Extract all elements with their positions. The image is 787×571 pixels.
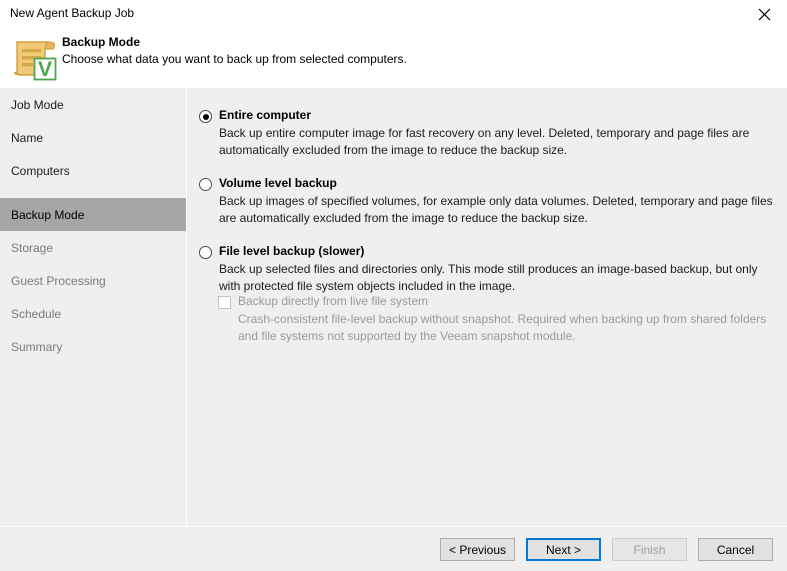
sidebar-item-label: Computers: [11, 163, 70, 178]
finish-button: Finish: [612, 538, 687, 561]
sidebar-item-guest-processing[interactable]: Guest Processing: [0, 264, 186, 297]
option-description: Back up entire computer image for fast r…: [219, 126, 750, 157]
sidebar-item-label: Name: [11, 130, 44, 145]
sidebar-item-computers[interactable]: Computers: [0, 154, 186, 187]
sidebar-item-schedule[interactable]: Schedule: [0, 297, 186, 330]
cancel-button[interactable]: Cancel: [698, 538, 773, 561]
option-label[interactable]: File level backup (slower): [219, 244, 364, 258]
sidebar-item-job-mode[interactable]: Job Mode: [0, 88, 186, 121]
option-description: Back up images of specified volumes, for…: [219, 194, 773, 225]
backup-job-document-icon: V: [8, 32, 60, 84]
sidebar-item-label: Schedule: [11, 306, 62, 321]
title-bar: New Agent Backup Job: [0, 0, 787, 28]
wizard-footer: < Previous Next > Finish Cancel: [0, 527, 787, 571]
window-title: New Agent Backup Job: [10, 6, 135, 20]
radio-file-level-backup[interactable]: [199, 246, 212, 259]
suboption-description: Crash-consistent file-level backup witho…: [238, 312, 767, 343]
sidebar-item-label: Backup Mode: [11, 207, 85, 222]
sidebar-item-storage[interactable]: Storage: [0, 231, 186, 264]
sidebar-item-label: Job Mode: [11, 97, 64, 112]
page-title: Backup Mode: [62, 35, 141, 49]
sidebar-item-backup-mode[interactable]: Backup Mode: [0, 198, 186, 231]
svg-text:V: V: [38, 58, 52, 81]
option-label[interactable]: Entire computer: [219, 108, 311, 122]
sidebar-item-summary[interactable]: Summary: [0, 330, 186, 363]
radio-entire-computer[interactable]: [199, 110, 212, 123]
wizard-sidebar: Job Mode Name Computers Backup Mode Stor…: [0, 88, 186, 526]
option-label[interactable]: Volume level backup: [219, 176, 337, 190]
option-description: Back up selected files and directories o…: [219, 262, 758, 293]
previous-button[interactable]: < Previous: [440, 538, 515, 561]
page-subtitle: Choose what data you want to back up fro…: [62, 52, 407, 66]
next-button[interactable]: Next >: [526, 538, 601, 561]
sidebar-item-label: Summary: [11, 339, 63, 354]
radio-volume-level-backup[interactable]: [199, 178, 212, 191]
sidebar-item-name[interactable]: Name: [0, 121, 186, 154]
backup-mode-options: Entire computer Back up entire computer …: [187, 88, 787, 526]
sidebar-item-label: Storage: [11, 240, 54, 255]
wizard-header: V Backup Mode Choose what data you want …: [0, 28, 787, 88]
sidebar-item-label: Guest Processing: [11, 273, 106, 288]
close-icon[interactable]: [742, 0, 787, 28]
suboption-label: Backup directly from live file system: [238, 294, 429, 308]
checkbox-backup-from-live-file-system: [218, 296, 231, 309]
